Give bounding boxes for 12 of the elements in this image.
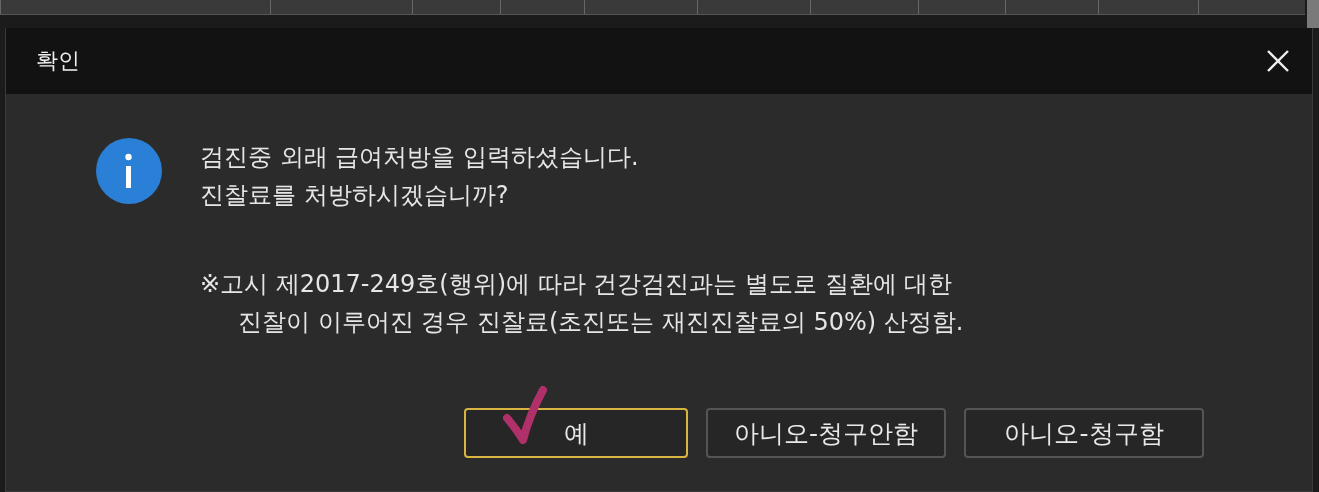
scrollbar[interactable]	[1307, 0, 1319, 28]
info-icon	[96, 138, 162, 204]
dialog-button[interactable]: 예	[464, 408, 688, 458]
notice-text: ※고시 제2017-249호(행위)에 따라 건강검진과는 별도로 질환에 대한	[200, 269, 954, 300]
notice-text: 진찰이 이루어진 경우 진찰료(초진또는 재진진찰료의 50%) 산정함.	[237, 307, 964, 338]
dialog-button[interactable]: 아니오-청구안함	[706, 408, 946, 458]
dialog-button[interactable]: 아니오-청구함	[964, 408, 1204, 458]
close-icon[interactable]	[1266, 49, 1290, 73]
message-text: 검진중 외래 급여처방을 입력하셨습니다.	[200, 142, 640, 173]
checkmark-icon	[503, 386, 549, 444]
message-text: 진찰료를 처방하시겠습니까?	[200, 180, 510, 211]
window-title: 확인	[36, 47, 80, 75]
